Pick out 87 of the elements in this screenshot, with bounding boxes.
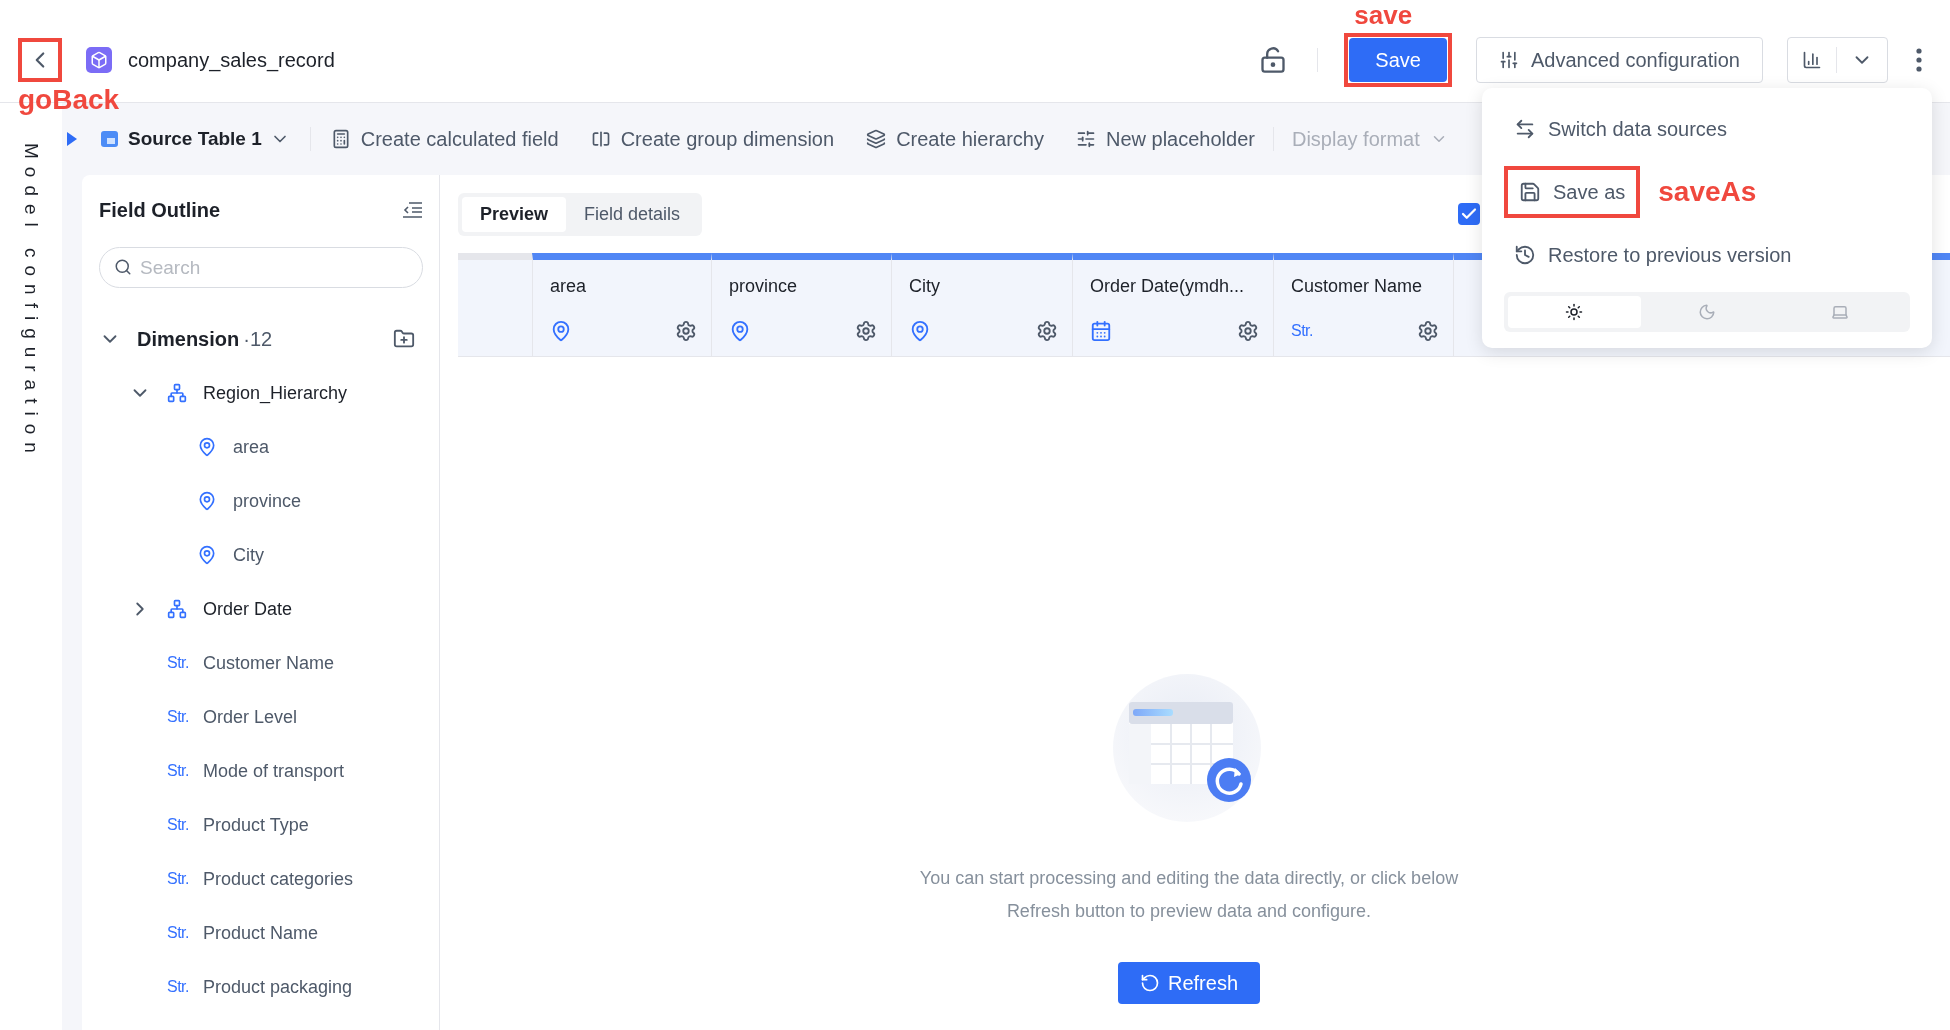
search-icon	[114, 258, 132, 276]
cube-logo-icon	[86, 47, 112, 73]
split-square-icon	[590, 129, 611, 149]
swap-arrows-icon	[1514, 118, 1536, 140]
toolbar-item[interactable]: Create hierarchy	[866, 127, 1044, 151]
layers-icon	[866, 129, 887, 149]
field-label[interactable]: Product categories	[203, 868, 354, 890]
string-type-label: Str.	[1291, 322, 1313, 340]
annotation-label: save	[1354, 0, 1413, 31]
field-label[interactable]: Product Name	[203, 922, 319, 944]
column-header[interactable]: Order Date(ymdh...	[1072, 253, 1273, 356]
settings-icon[interactable]	[1036, 320, 1058, 342]
string-type-label: Str.	[167, 762, 189, 780]
group-label[interactable]: Dimension	[137, 327, 240, 351]
location-pin-icon	[550, 320, 572, 342]
field-label[interactable]: City	[233, 544, 264, 566]
toolbar-item[interactable]: New placeholder	[1075, 127, 1255, 151]
settings-icon[interactable]	[1237, 320, 1259, 342]
calendar-icon	[1090, 320, 1112, 342]
column-header[interactable]: area	[532, 253, 711, 356]
string-type-label: Str.	[167, 708, 189, 726]
tab[interactable]: Field details	[566, 196, 699, 232]
side-rail-label[interactable]: Model configuration	[20, 143, 42, 461]
string-type-label: Str.	[167, 870, 189, 888]
field-label[interactable]: area	[233, 436, 270, 458]
sun-icon	[1565, 303, 1584, 321]
history-icon	[1514, 244, 1536, 266]
location-pin-icon	[197, 437, 217, 457]
settings-icon[interactable]	[855, 320, 877, 342]
column-header[interactable]: Customer Name Str.	[1273, 253, 1453, 356]
save-button[interactable]: Save	[1349, 38, 1447, 82]
location-pin-icon	[909, 320, 931, 342]
advanced-configuration-button[interactable]: Advanced configuration	[1475, 37, 1763, 83]
column-name: province	[729, 276, 799, 297]
string-type-label: Str.	[167, 978, 189, 996]
field-label[interactable]: Product Type	[203, 814, 309, 836]
toolbar-item[interactable]: Create calculated field	[330, 127, 559, 151]
settings-icon[interactable]	[1417, 320, 1439, 342]
annotation-label: saveAs	[1658, 176, 1757, 208]
refresh-icon	[1140, 973, 1160, 993]
empty-state-message: You can start processing and editing the data directly, or click below Refresh button to preview data and configure.	[918, 867, 1460, 923]
column-name: City	[909, 276, 941, 297]
field-label[interactable]: Customer Name	[203, 652, 335, 674]
hierarchy-icon	[167, 599, 187, 619]
toolbar-item[interactable]: Create group dimension	[590, 127, 835, 151]
column-header[interactable]: City	[891, 253, 1072, 356]
column-header[interactable]: province	[711, 253, 891, 356]
column-name: Order Date(ymdh...	[1090, 276, 1246, 297]
menu-item[interactable]: Restore to previous version	[1504, 234, 1802, 276]
hierarchy-icon	[167, 383, 187, 403]
expand-triangle-icon[interactable]	[66, 131, 78, 147]
field-label[interactable]: Region_Hierarchy	[203, 382, 348, 404]
group-count: ·12	[243, 327, 273, 351]
field-label[interactable]: Order Date	[203, 598, 293, 620]
menu-item[interactable]: Switch data sources	[1504, 108, 1737, 150]
panel-title: Field Outline	[99, 198, 221, 222]
location-pin-icon	[729, 320, 751, 342]
settings-icon[interactable]	[675, 320, 697, 342]
sliders-icon	[1075, 129, 1096, 149]
collapse-list-icon[interactable]	[401, 200, 423, 220]
field-label[interactable]: Order Level	[203, 706, 298, 728]
tab[interactable]: Preview	[462, 196, 567, 232]
add-folder-icon[interactable]	[393, 328, 415, 350]
string-type-label: Str.	[167, 654, 189, 672]
string-type-label: Str.	[167, 924, 189, 942]
column-name: Customer Name	[1291, 276, 1424, 297]
field-label[interactable]: Product packaging	[203, 976, 353, 998]
table-icon	[100, 129, 120, 149]
location-pin-icon	[197, 545, 217, 565]
search-field[interactable]: Search	[99, 247, 423, 288]
laptop-icon	[1830, 303, 1849, 321]
source-table-dropdown[interactable]: Source Table 1	[100, 128, 290, 150]
annotation-label: goBack	[18, 84, 120, 116]
string-type-label: Str.	[167, 816, 189, 834]
checkbox[interactable]	[1458, 203, 1480, 225]
column-name: area	[550, 276, 588, 297]
more-vertical-icon	[1916, 48, 1922, 72]
field-label[interactable]: province	[233, 490, 302, 512]
document-title: company_sales_record	[128, 48, 335, 72]
field-label[interactable]: Mode of transport	[203, 760, 345, 782]
menu-item[interactable]: Save as	[1509, 171, 1636, 213]
moon-icon	[1698, 303, 1716, 321]
save-icon	[1519, 181, 1541, 203]
refresh-button[interactable]: Refresh	[1118, 962, 1260, 1004]
bar-chart-icon	[1802, 50, 1822, 70]
sliders-icon	[1498, 50, 1519, 70]
location-pin-icon	[197, 491, 217, 511]
